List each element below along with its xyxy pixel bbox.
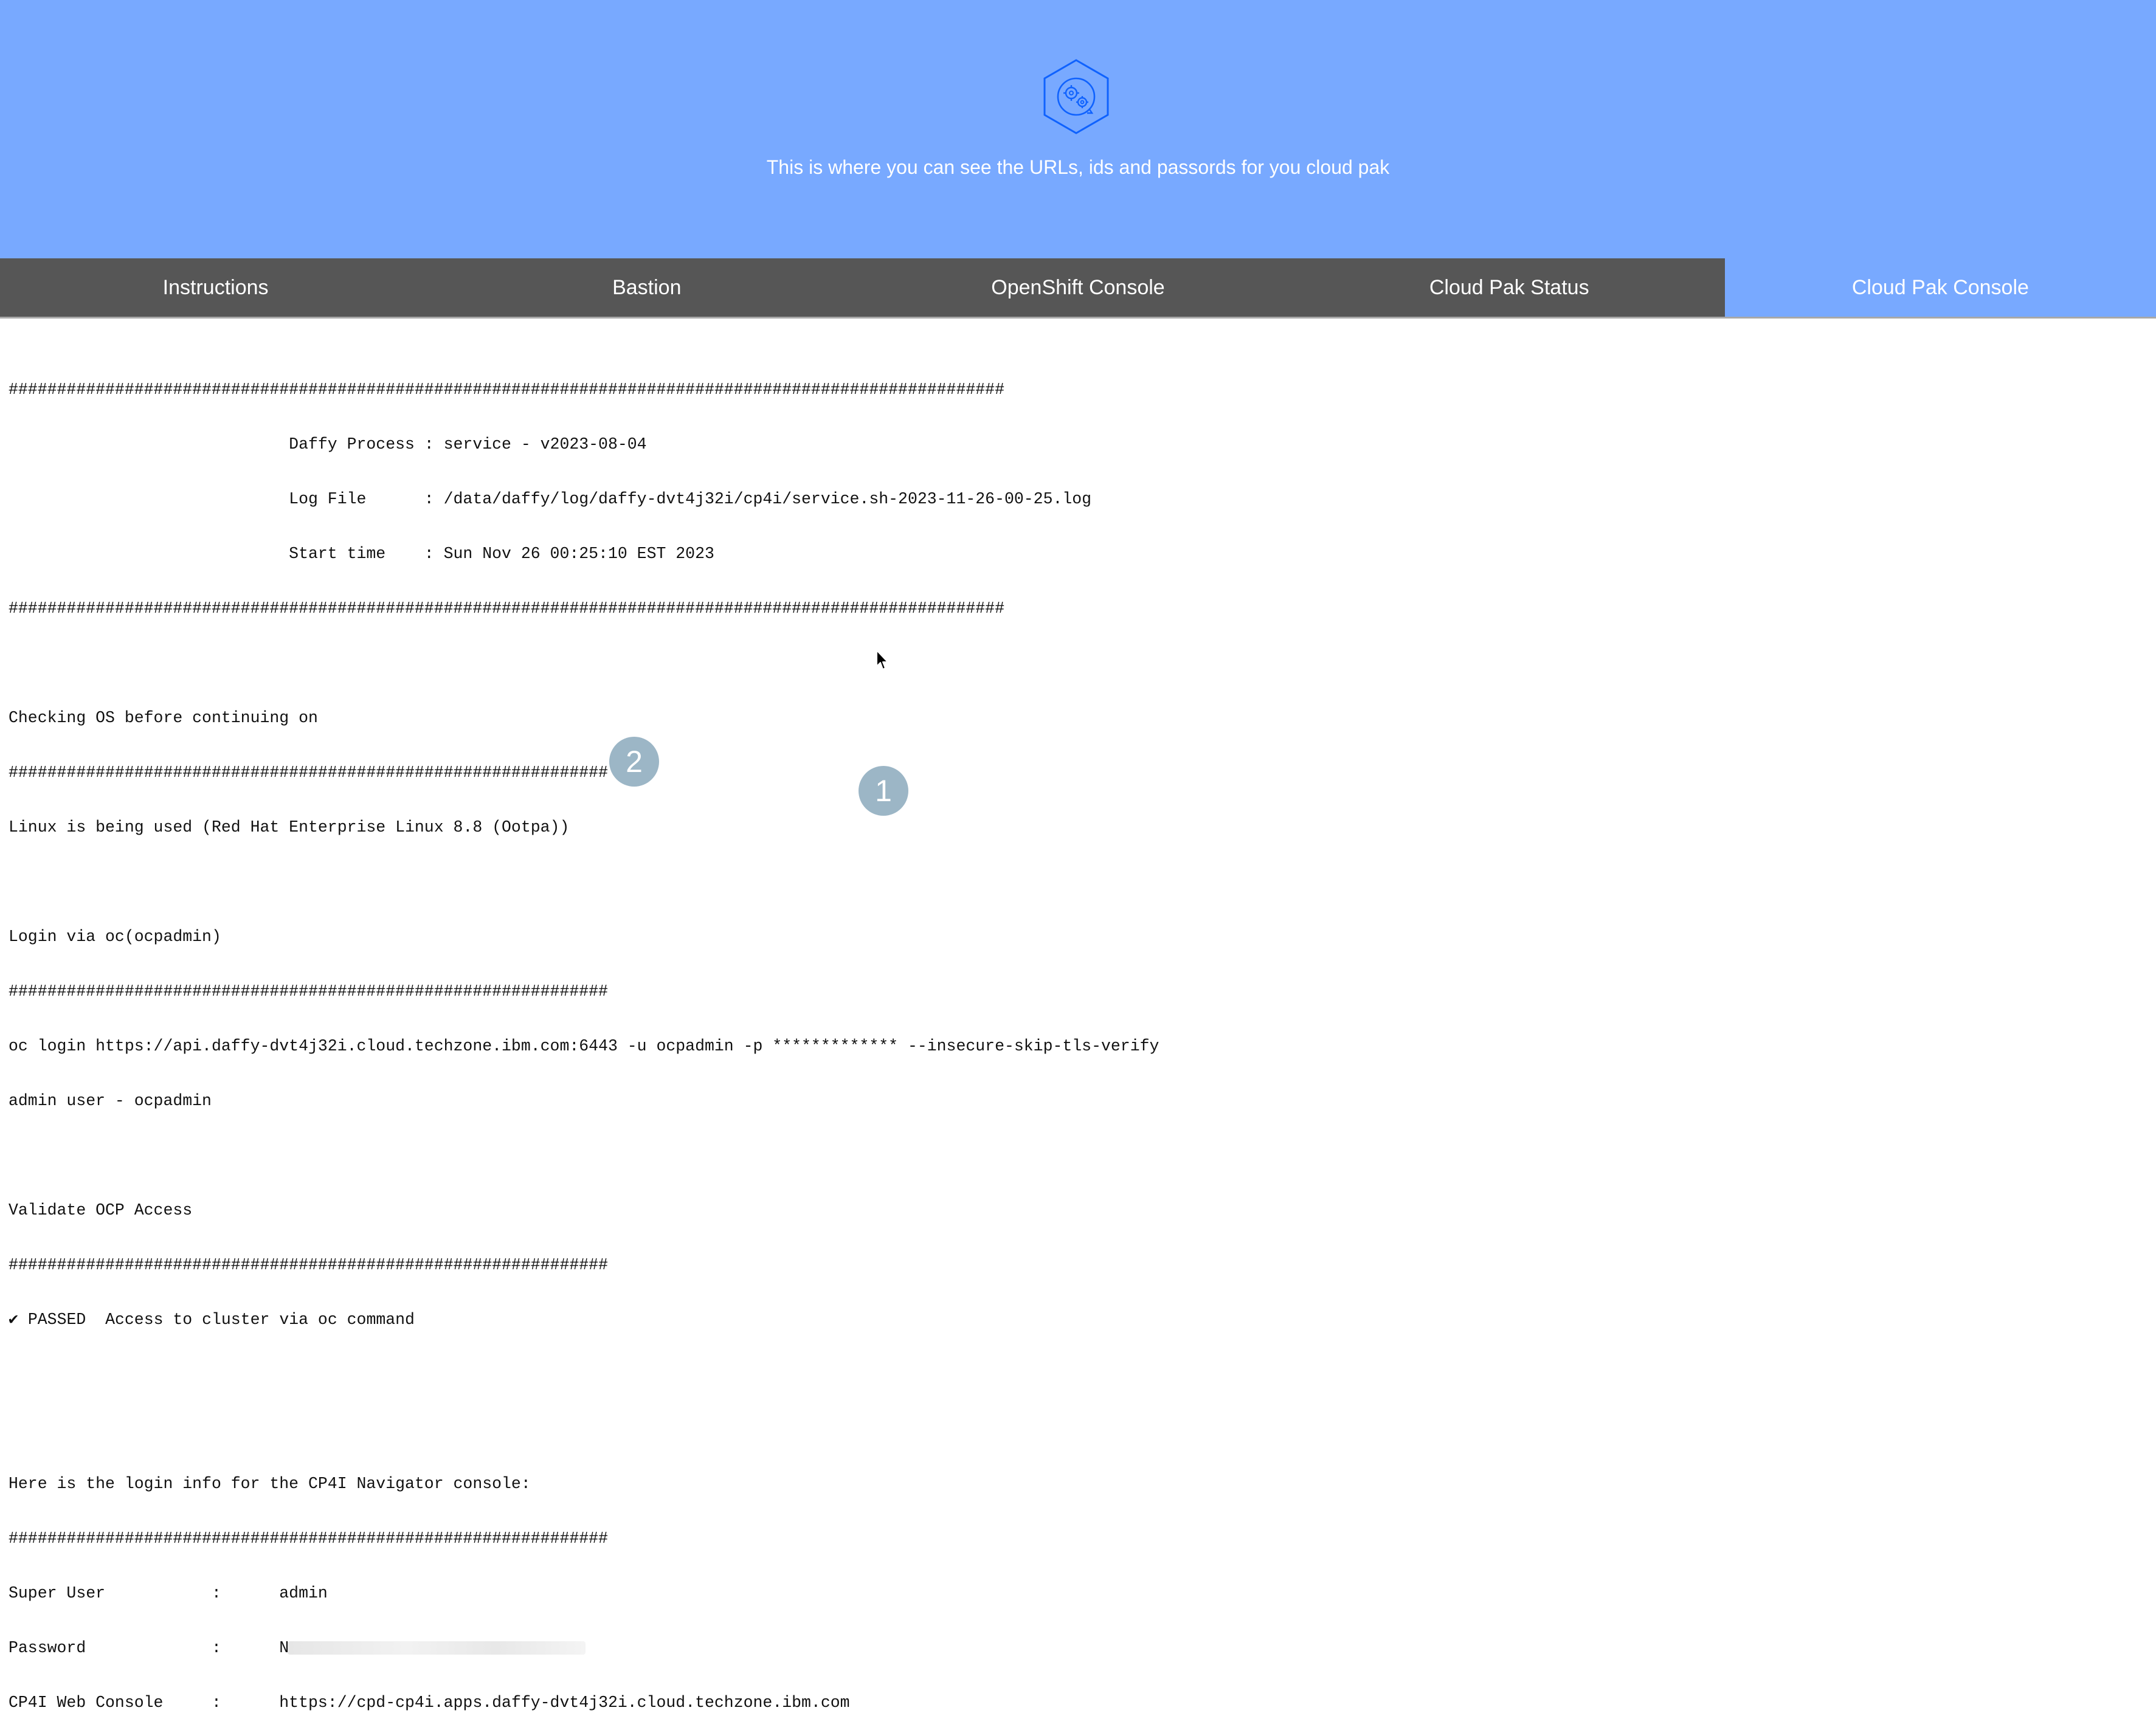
super-user-line: Super User : admin [9, 1584, 328, 1602]
step-badge-2: 2 [609, 737, 659, 787]
tab-divider [0, 317, 2156, 319]
tab-bar: Instructions Bastion OpenShift Console C… [0, 258, 2156, 317]
tab-instructions[interactable]: Instructions [0, 258, 432, 317]
password-label: Password : N [9, 1639, 289, 1657]
console-line: Log File : /data/daffy/log/daffy-dvt4j32… [9, 490, 1092, 508]
tab-cloud-pak-status[interactable]: Cloud Pak Status [1293, 258, 1725, 317]
tab-cloud-pak-console[interactable]: Cloud Pak Console [1724, 258, 2156, 317]
web-console-line: CP4I Web Console : https://cpd-cp4i.apps… [9, 1694, 2137, 1712]
console-line: ########################################… [9, 1529, 608, 1548]
tab-openshift-console[interactable]: OpenShift Console [862, 258, 1294, 317]
console-line: Checking OS before continuing on [9, 709, 318, 727]
header-banner: This is where you can see the URLs, ids … [0, 0, 2156, 258]
console-line: ########################################… [9, 599, 1004, 618]
console-line: ########################################… [9, 381, 1004, 399]
step-badge-1: 1 [859, 766, 908, 816]
console-line: admin user - ocpadmin [9, 1092, 212, 1110]
console-line: ✔ PASSED Access to cluster via oc comman… [9, 1311, 415, 1329]
header-tagline: This is where you can see the URLs, ids … [766, 156, 1390, 178]
web-console-url-link[interactable]: https://cpd-cp4i.apps.daffy-dvt4j32i.clo… [279, 1694, 849, 1712]
console-line: Here is the login info for the CP4I Navi… [9, 1475, 531, 1493]
tab-bastion[interactable]: Bastion [431, 258, 863, 317]
web-console-label: CP4I Web Console : [9, 1694, 280, 1712]
console-line: ########################################… [9, 1256, 608, 1274]
console-line: Start time : Sun Nov 26 00:25:10 EST 202… [9, 545, 714, 563]
console-output: ########################################… [9, 344, 2137, 1730]
console-line: Login via oc(ocpadmin) [9, 928, 221, 946]
console-line: oc login https://api.daffy-dvt4j32i.clou… [9, 1037, 1159, 1055]
console-line: ########################################… [9, 763, 608, 782]
password-line: Password : N [9, 1639, 2137, 1657]
console-line: Daffy Process : service - v2023-08-04 [9, 435, 647, 453]
console-line: Validate OCP Access [9, 1201, 193, 1219]
console-line: Linux is being used (Red Hat Enterprise … [9, 818, 570, 836]
console-line: ########################################… [9, 982, 608, 1001]
hexagon-gears-icon [1043, 59, 1109, 134]
mouse-pointer-icon [876, 650, 888, 670]
redacted-password [288, 1641, 586, 1655]
